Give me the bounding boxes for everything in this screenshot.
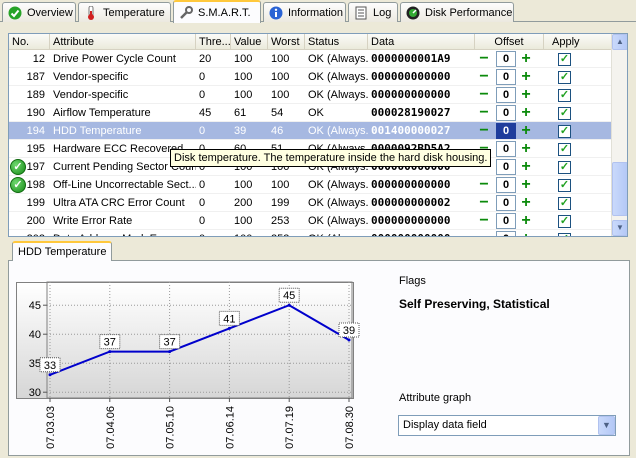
data-point <box>108 350 112 354</box>
offset-input[interactable]: 0 <box>496 231 516 236</box>
tab-hdd-temperature[interactable]: HDD Temperature <box>12 241 112 261</box>
offset-input[interactable]: 0 <box>496 177 516 193</box>
data-point <box>287 303 291 307</box>
offset-decrease-button[interactable]: − <box>477 105 491 121</box>
y-tick-label: 40 <box>29 329 41 341</box>
offset-increase-button[interactable]: + <box>519 141 533 157</box>
tab-smart[interactable]: S.M.A.R.T. <box>173 0 261 23</box>
x-tick-label: 07.04.06 <box>105 406 117 449</box>
offset-increase-button[interactable]: + <box>519 195 533 211</box>
data-label: 37 <box>104 337 116 349</box>
offset-input[interactable]: 0 <box>496 123 516 139</box>
attribute-graph-selected: Display data field <box>403 419 487 431</box>
offset-decrease-button[interactable]: − <box>477 69 491 85</box>
apply-checkbox[interactable]: ✓ <box>558 197 571 210</box>
offset-increase-button[interactable]: + <box>519 105 533 121</box>
scroll-up-icon[interactable]: ▲ <box>612 34 627 50</box>
data-label: 45 <box>283 290 295 302</box>
offset-decrease-button[interactable]: − <box>477 123 491 139</box>
apply-checkbox[interactable]: ✓ <box>558 125 571 138</box>
column-header-apply[interactable]: Apply <box>544 34 613 50</box>
tools-icon <box>179 5 193 20</box>
data-point <box>347 338 351 342</box>
apply-checkbox[interactable]: ✓ <box>558 89 571 102</box>
scroll-down-icon[interactable]: ▼ <box>612 220 627 236</box>
data-label: 41 <box>223 313 235 325</box>
offset-increase-button[interactable]: + <box>519 213 533 229</box>
offset-input[interactable]: 0 <box>496 69 516 85</box>
x-tick-label: 07.08.30 <box>344 406 356 449</box>
offset-increase-button[interactable]: + <box>519 51 533 67</box>
y-tick-label: 45 <box>29 300 41 312</box>
offset-input[interactable]: 0 <box>496 105 516 121</box>
apply-checkbox[interactable]: ✓ <box>558 53 571 66</box>
offset-decrease-button[interactable]: − <box>477 87 491 103</box>
x-tick-label: 07.06.14 <box>224 406 236 449</box>
column-header-offset[interactable]: Offset <box>475 34 544 50</box>
temperature-chart: 30 35 40 45 07.03.03 07.04.06 07.05.10 07.06.14… <box>29 281 360 449</box>
offset-input[interactable]: 0 <box>496 213 516 229</box>
offset-increase-button[interactable]: + <box>519 177 533 193</box>
offset-increase-button[interactable]: + <box>519 159 533 175</box>
flags-value: Self Preserving, Statistical <box>399 297 550 311</box>
apply-checkbox[interactable]: ✓ <box>558 71 571 84</box>
offset-increase-button[interactable]: + <box>519 87 533 103</box>
apply-checkbox[interactable]: ✓ <box>558 161 571 174</box>
apply-checkbox[interactable]: ✓ <box>558 179 571 192</box>
grid-scrollbar[interactable]: ▲ ▼ <box>611 34 627 236</box>
offset-decrease-button[interactable]: − <box>477 213 491 229</box>
attribute-graph-select[interactable]: Display data field ▼ <box>398 415 616 436</box>
offset-increase-button[interactable]: + <box>519 69 533 85</box>
data-label: 33 <box>44 360 56 372</box>
offset-input[interactable]: 0 <box>496 87 516 103</box>
x-tick-label: 07.05.10 <box>165 406 177 449</box>
offset-input[interactable]: 0 <box>496 159 516 175</box>
offset-decrease-button[interactable]: − <box>477 231 491 237</box>
offset-input[interactable]: 0 <box>496 195 516 211</box>
x-tick-label: 07.03.03 <box>45 406 57 449</box>
attribute-tooltip: Disk temperature. The temperature inside… <box>170 149 492 167</box>
offset-decrease-button[interactable]: − <box>477 195 491 211</box>
apply-checkbox[interactable]: ✓ <box>558 107 571 120</box>
gauge-icon <box>406 6 420 20</box>
apply-checkbox[interactable]: ✓ <box>558 143 571 156</box>
offset-input[interactable]: 0 <box>496 141 516 157</box>
apply-checkbox[interactable]: ✓ <box>558 215 571 228</box>
scroll-thumb[interactable] <box>612 162 627 216</box>
y-tick-label: 30 <box>29 387 41 399</box>
tab-disk-performance[interactable]: Disk Performance <box>400 2 514 22</box>
data-point <box>48 373 52 377</box>
data-label: 37 <box>163 337 175 349</box>
data-label: 39 <box>343 325 355 337</box>
tab-label: Disk Performance <box>425 6 513 19</box>
x-tick-label: 07.07.19 <box>284 406 296 449</box>
temperature-series-line <box>49 304 350 376</box>
offset-input[interactable]: 0 <box>496 51 516 67</box>
offset-decrease-button[interactable]: − <box>477 51 491 67</box>
attribute-graph-label: Attribute graph <box>399 392 472 404</box>
data-point <box>168 350 172 354</box>
y-tick-label: 35 <box>29 358 41 370</box>
offset-increase-button[interactable]: + <box>519 123 533 139</box>
data-point <box>227 326 231 330</box>
flags-label: Flags <box>399 275 426 287</box>
apply-checkbox[interactable]: ✓ <box>558 233 571 236</box>
tab-label: S.M.A.R.T. <box>198 6 251 19</box>
offset-increase-button[interactable]: + <box>519 231 533 237</box>
offset-decrease-button[interactable]: − <box>477 177 491 193</box>
chevron-down-icon[interactable]: ▼ <box>598 416 615 435</box>
